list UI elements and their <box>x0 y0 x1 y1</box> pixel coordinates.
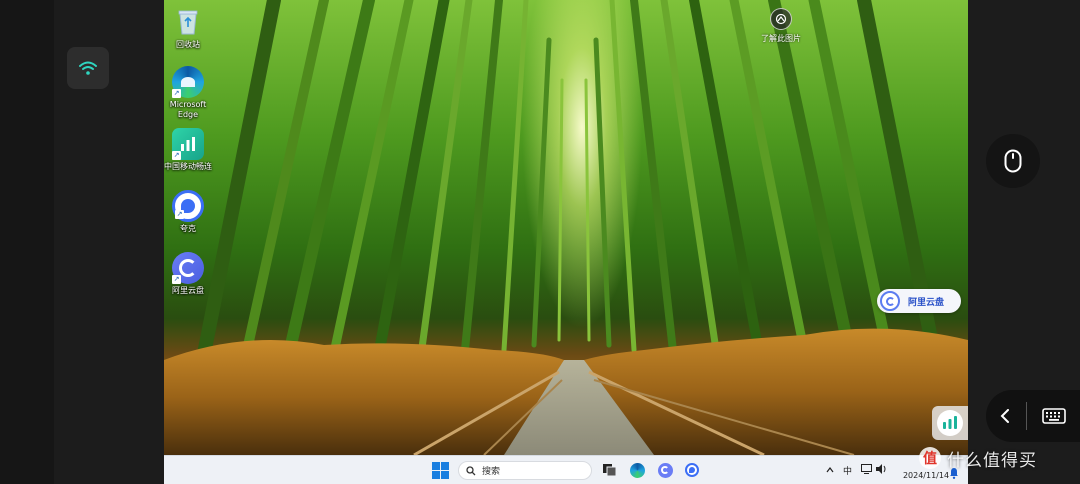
float-widget-label: 阿里云盘 <box>908 297 945 308</box>
shortcut-arrow-icon: ↗ <box>172 151 181 160</box>
start-button[interactable] <box>432 462 449 479</box>
ime-indicator[interactable]: 中 <box>843 464 852 477</box>
watermark-text: 什么值得买 <box>947 450 1037 471</box>
speaker-icon <box>876 464 886 474</box>
desktop-icon-china-mobile[interactable]: ↗ 中国移动畅连 <box>164 128 212 172</box>
task-view-button[interactable] <box>600 461 618 479</box>
desktop-icon-label: Microsoft Edge <box>169 100 207 119</box>
desktop-icon-label: 阿里云盘 <box>172 286 204 295</box>
chevron-left-icon <box>1000 409 1009 423</box>
desktop-icon-label: 中国移动畅连 <box>164 162 212 171</box>
desktop-icon-edge[interactable]: ↗ Microsoft Edge <box>164 66 212 120</box>
search-icon <box>466 465 476 475</box>
taskbar-app-aliyun[interactable] <box>656 461 674 479</box>
learn-about-picture-label: 了解此图片 <box>761 34 801 43</box>
edge-icon <box>629 462 645 478</box>
collapse-button[interactable] <box>986 390 1024 442</box>
mouse-mode-button[interactable] <box>986 134 1040 188</box>
taskbar-app-edge[interactable] <box>628 461 646 479</box>
search-placeholder: 搜索 <box>482 467 501 477</box>
smzdm-logo: 值 <box>919 447 941 469</box>
learn-about-picture[interactable]: 了解此图片 <box>736 8 826 44</box>
shortcut-arrow-icon: ↗ <box>175 210 184 219</box>
wifi-icon <box>79 61 97 75</box>
left-rail-edge <box>0 0 54 484</box>
edge-icon: ↗ <box>172 66 204 98</box>
side-widget[interactable] <box>932 406 968 440</box>
keyboard-icon <box>1042 408 1066 424</box>
aliyun-drive-float-widget[interactable]: 阿里云盘 <box>877 289 961 313</box>
shortcut-arrow-icon: ↗ <box>172 275 181 284</box>
quark-icon: ↗ <box>172 190 204 222</box>
china-mobile-widget-icon <box>937 410 963 436</box>
pill-divider <box>1026 402 1027 430</box>
mouse-icon <box>1004 149 1022 173</box>
windows-logo-icon <box>432 462 449 479</box>
monitor-icon <box>861 464 873 474</box>
chevron-up-icon <box>826 466 834 472</box>
system-tray: 中 <box>826 456 887 484</box>
volume-button[interactable] <box>876 464 887 477</box>
show-hidden-icons-button[interactable] <box>826 466 834 476</box>
shortcut-arrow-icon: ↗ <box>172 89 181 98</box>
desktop-icon-quark[interactable]: ↗ 夸克 <box>164 190 212 234</box>
control-pill <box>986 390 1080 442</box>
display-status-button[interactable] <box>861 464 873 477</box>
desktop-icon-label: 回收站 <box>176 40 200 49</box>
task-view-icon <box>602 464 616 476</box>
desktop-icon-label: 夸克 <box>180 224 196 233</box>
remote-desktop-screen: 回收站 ↗ Microsoft Edge ↗ 中国移动畅连 ↗ 夸克 ↗ 阿里云… <box>0 0 1080 484</box>
keyboard-button[interactable] <box>1029 390 1079 442</box>
desktop-icon-recycle-bin[interactable]: 回收站 <box>164 6 212 50</box>
quark-icon <box>685 463 699 477</box>
aliyun-drive-icon <box>657 462 673 478</box>
camera-info-icon <box>770 8 792 30</box>
desktop-icon-aliyun-drive[interactable]: ↗ 阿里云盘 <box>164 252 212 296</box>
taskbar-app-quark[interactable] <box>683 461 701 479</box>
taskbar: 搜索 中 2024/11/14 <box>164 455 968 484</box>
china-mobile-icon: ↗ <box>172 128 204 160</box>
taskbar-search[interactable]: 搜索 <box>458 461 592 480</box>
watermark: 值 什么值得买 <box>919 438 1079 478</box>
desktop[interactable]: 回收站 ↗ Microsoft Edge ↗ 中国移动畅连 ↗ 夸克 ↗ 阿里云… <box>164 0 968 455</box>
network-status-button[interactable] <box>67 47 109 89</box>
aliyun-drive-icon: ↗ <box>172 252 204 284</box>
bamboo-wallpaper <box>164 0 968 455</box>
recycle-bin-icon <box>172 6 204 38</box>
aliyun-drive-icon <box>880 291 900 311</box>
